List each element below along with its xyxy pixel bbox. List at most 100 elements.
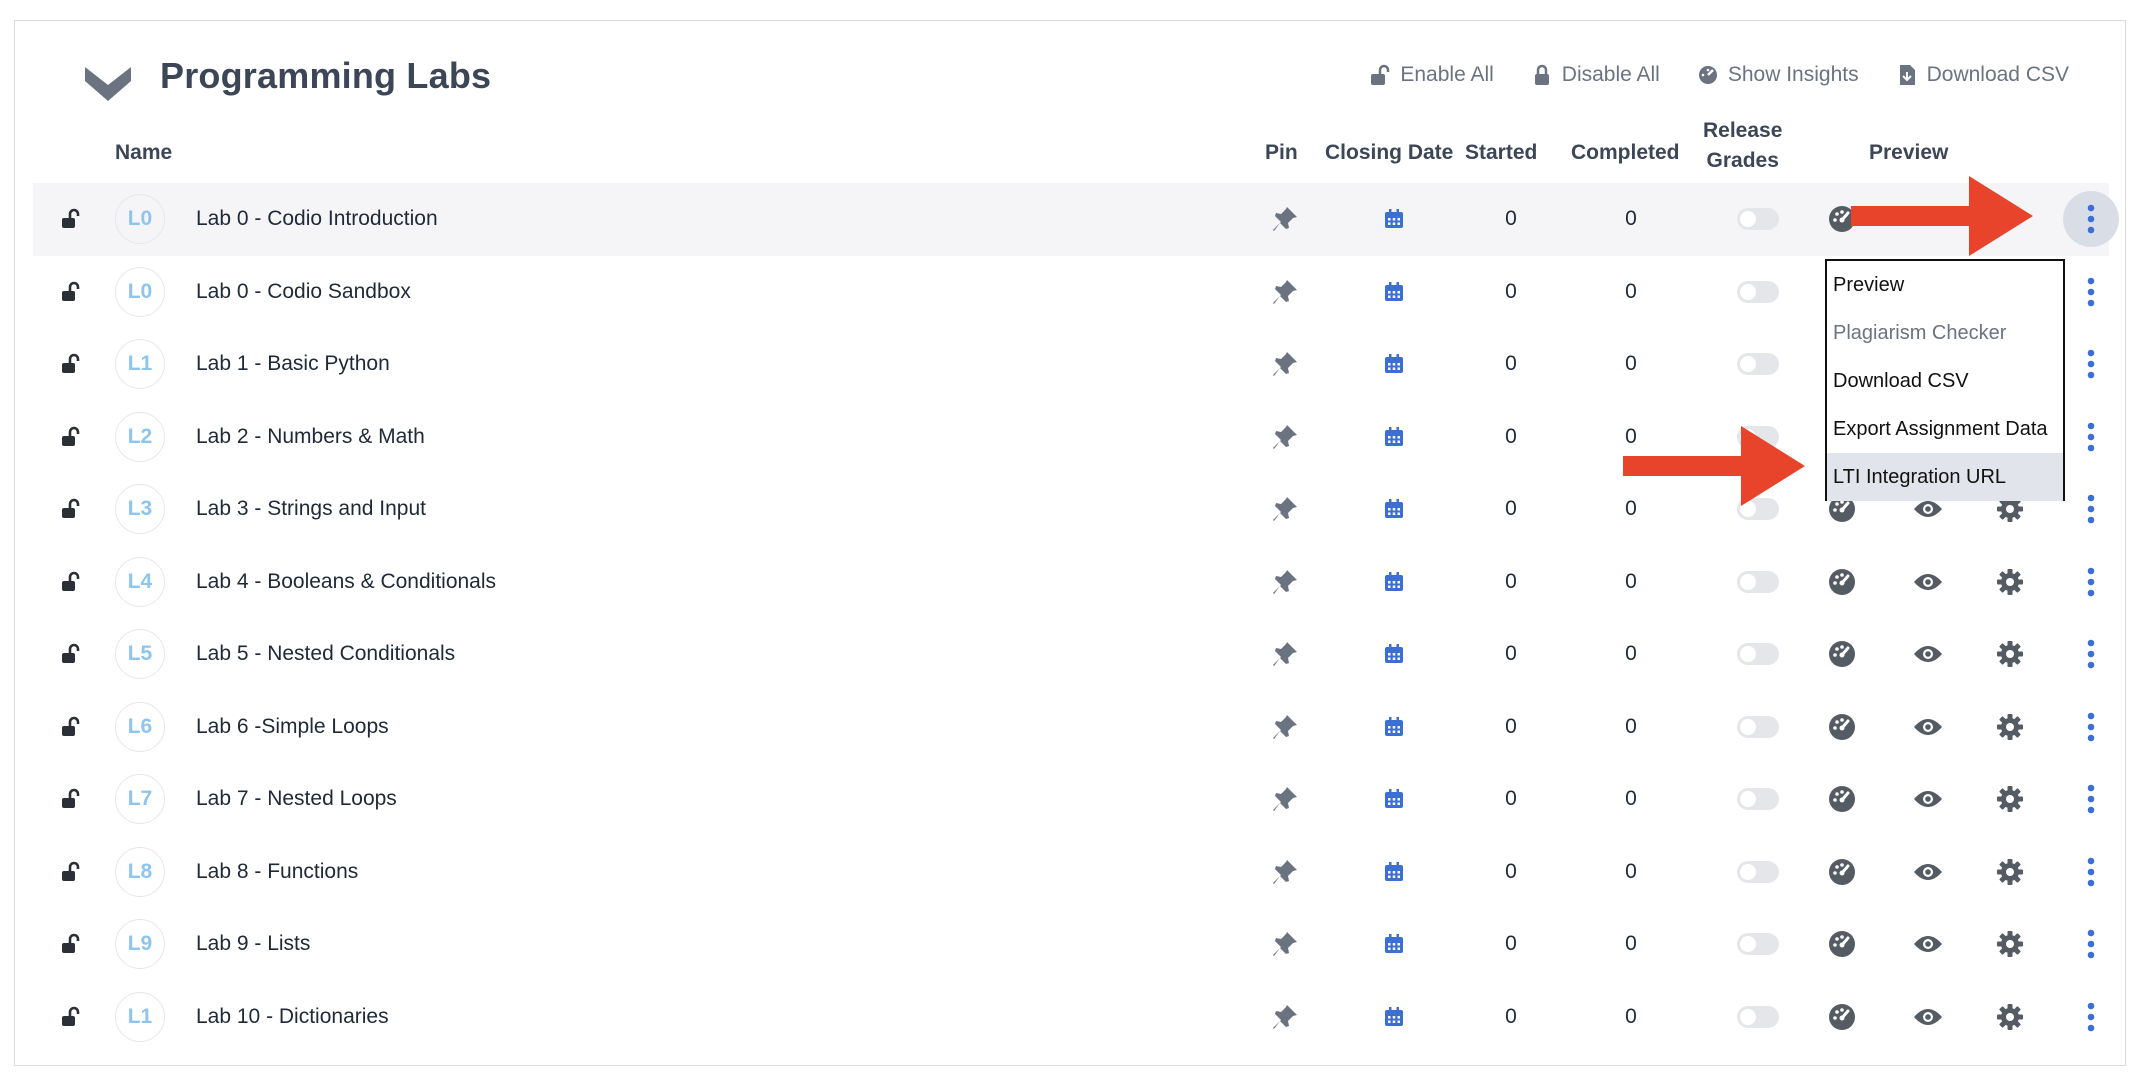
more-actions-button[interactable] [2063, 256, 2119, 329]
calendar-icon[interactable] [1379, 691, 1409, 764]
preview-eye-icon[interactable] [1911, 546, 1945, 619]
more-actions-button[interactable] [2063, 401, 2119, 474]
unlock-icon[interactable] [59, 981, 85, 1054]
unlock-icon[interactable] [59, 401, 85, 474]
menu-item-export-assignment-data[interactable]: Export Assignment Data [1827, 405, 2063, 453]
assignment-name[interactable]: Lab 5 - Nested Conditionals [196, 618, 455, 691]
preview-eye-icon[interactable] [1911, 908, 1945, 981]
more-actions-button[interactable] [2063, 908, 2119, 981]
settings-gear-icon[interactable] [1995, 981, 2025, 1054]
calendar-icon[interactable] [1379, 618, 1409, 691]
calendar-icon[interactable] [1379, 836, 1409, 909]
disable-all-button[interactable]: Disable All [1532, 63, 1660, 87]
insights-icon[interactable] [1827, 981, 1857, 1054]
calendar-icon[interactable] [1379, 908, 1409, 981]
unlock-icon[interactable] [59, 546, 85, 619]
pin-icon[interactable] [1265, 328, 1305, 401]
insights-icon[interactable] [1827, 836, 1857, 909]
settings-gear-icon[interactable] [1995, 691, 2025, 764]
pin-icon[interactable] [1265, 836, 1305, 909]
pin-icon[interactable] [1265, 401, 1305, 474]
more-actions-button[interactable] [2063, 473, 2119, 546]
assignment-name[interactable]: Lab 10 - Dictionaries [196, 981, 389, 1054]
collapse-chevron-icon[interactable] [83, 63, 133, 105]
more-actions-button[interactable] [2063, 546, 2119, 619]
release-grades-toggle[interactable] [1733, 691, 1783, 764]
pin-icon[interactable] [1265, 618, 1305, 691]
settings-gear-icon[interactable] [1995, 836, 2025, 909]
pin-icon[interactable] [1265, 546, 1305, 619]
calendar-icon[interactable] [1379, 546, 1409, 619]
settings-gear-icon[interactable] [1995, 618, 2025, 691]
assignment-name[interactable]: Lab 0 - Codio Introduction [196, 183, 438, 256]
more-actions-button[interactable] [2063, 981, 2119, 1054]
more-actions-button[interactable] [2063, 691, 2119, 764]
release-grades-toggle[interactable] [1733, 763, 1783, 836]
unlock-icon[interactable] [59, 908, 85, 981]
assignment-name[interactable]: Lab 8 - Functions [196, 836, 358, 909]
unlock-icon[interactable] [59, 256, 85, 329]
settings-gear-icon[interactable] [1995, 546, 2025, 619]
preview-eye-icon[interactable] [1911, 763, 1945, 836]
menu-item-plagiarism-checker[interactable]: Plagiarism Checker [1827, 309, 2063, 357]
calendar-icon[interactable] [1379, 401, 1409, 474]
more-actions-button[interactable] [2063, 763, 2119, 836]
pin-icon[interactable] [1265, 183, 1305, 256]
calendar-icon[interactable] [1379, 473, 1409, 546]
unlock-icon[interactable] [59, 183, 85, 256]
unlock-icon[interactable] [59, 763, 85, 836]
assignment-name[interactable]: Lab 0 - Codio Sandbox [196, 256, 411, 329]
assignment-name[interactable]: Lab 6 -Simple Loops [196, 691, 389, 764]
settings-gear-icon[interactable] [1995, 763, 2025, 836]
preview-eye-icon[interactable] [1911, 618, 1945, 691]
menu-item-lti-integration-url[interactable]: LTI Integration URL [1827, 453, 2063, 501]
preview-eye-icon[interactable] [1911, 691, 1945, 764]
calendar-icon[interactable] [1379, 328, 1409, 401]
calendar-icon[interactable] [1379, 183, 1409, 256]
download-csv-button[interactable]: Download CSV [1897, 63, 2069, 87]
calendar-icon[interactable] [1379, 256, 1409, 329]
release-grades-toggle[interactable] [1733, 836, 1783, 909]
enable-all-button[interactable]: Enable All [1370, 63, 1494, 87]
insights-icon[interactable] [1827, 691, 1857, 764]
unlock-icon[interactable] [59, 328, 85, 401]
show-insights-button[interactable]: Show Insights [1698, 63, 1859, 87]
pin-icon[interactable] [1265, 908, 1305, 981]
unlock-icon[interactable] [59, 836, 85, 909]
unlock-icon[interactable] [59, 618, 85, 691]
more-actions-button[interactable] [2063, 836, 2119, 909]
calendar-icon[interactable] [1379, 763, 1409, 836]
assignment-name[interactable]: Lab 1 - Basic Python [196, 328, 390, 401]
preview-eye-icon[interactable] [1911, 836, 1945, 909]
insights-icon[interactable] [1827, 546, 1857, 619]
pin-icon[interactable] [1265, 981, 1305, 1054]
more-actions-button[interactable] [2063, 618, 2119, 691]
assignment-name[interactable]: Lab 3 - Strings and Input [196, 473, 426, 546]
release-grades-toggle[interactable] [1733, 328, 1783, 401]
menu-item-download-csv[interactable]: Download CSV [1827, 357, 2063, 405]
release-grades-toggle[interactable] [1733, 546, 1783, 619]
preview-eye-icon[interactable] [1911, 981, 1945, 1054]
assignment-name[interactable]: Lab 4 - Booleans & Conditionals [196, 546, 496, 619]
unlock-icon[interactable] [59, 473, 85, 546]
calendar-icon[interactable] [1379, 981, 1409, 1054]
assignment-name[interactable]: Lab 7 - Nested Loops [196, 763, 397, 836]
release-grades-toggle[interactable] [1733, 618, 1783, 691]
pin-icon[interactable] [1265, 691, 1305, 764]
assignment-name[interactable]: Lab 2 - Numbers & Math [196, 401, 425, 474]
menu-item-preview[interactable]: Preview [1827, 261, 2063, 309]
pin-icon[interactable] [1265, 763, 1305, 836]
release-grades-toggle[interactable] [1733, 908, 1783, 981]
insights-icon[interactable] [1827, 908, 1857, 981]
settings-gear-icon[interactable] [1995, 908, 2025, 981]
insights-icon[interactable] [1827, 618, 1857, 691]
release-grades-toggle[interactable] [1733, 256, 1783, 329]
pin-icon[interactable] [1265, 256, 1305, 329]
release-grades-toggle[interactable] [1733, 183, 1783, 256]
assignment-name[interactable]: Lab 9 - Lists [196, 908, 310, 981]
unlock-icon[interactable] [59, 691, 85, 764]
more-actions-button[interactable] [2063, 328, 2119, 401]
more-actions-button[interactable] [2063, 183, 2119, 256]
release-grades-toggle[interactable] [1733, 981, 1783, 1054]
pin-icon[interactable] [1265, 473, 1305, 546]
